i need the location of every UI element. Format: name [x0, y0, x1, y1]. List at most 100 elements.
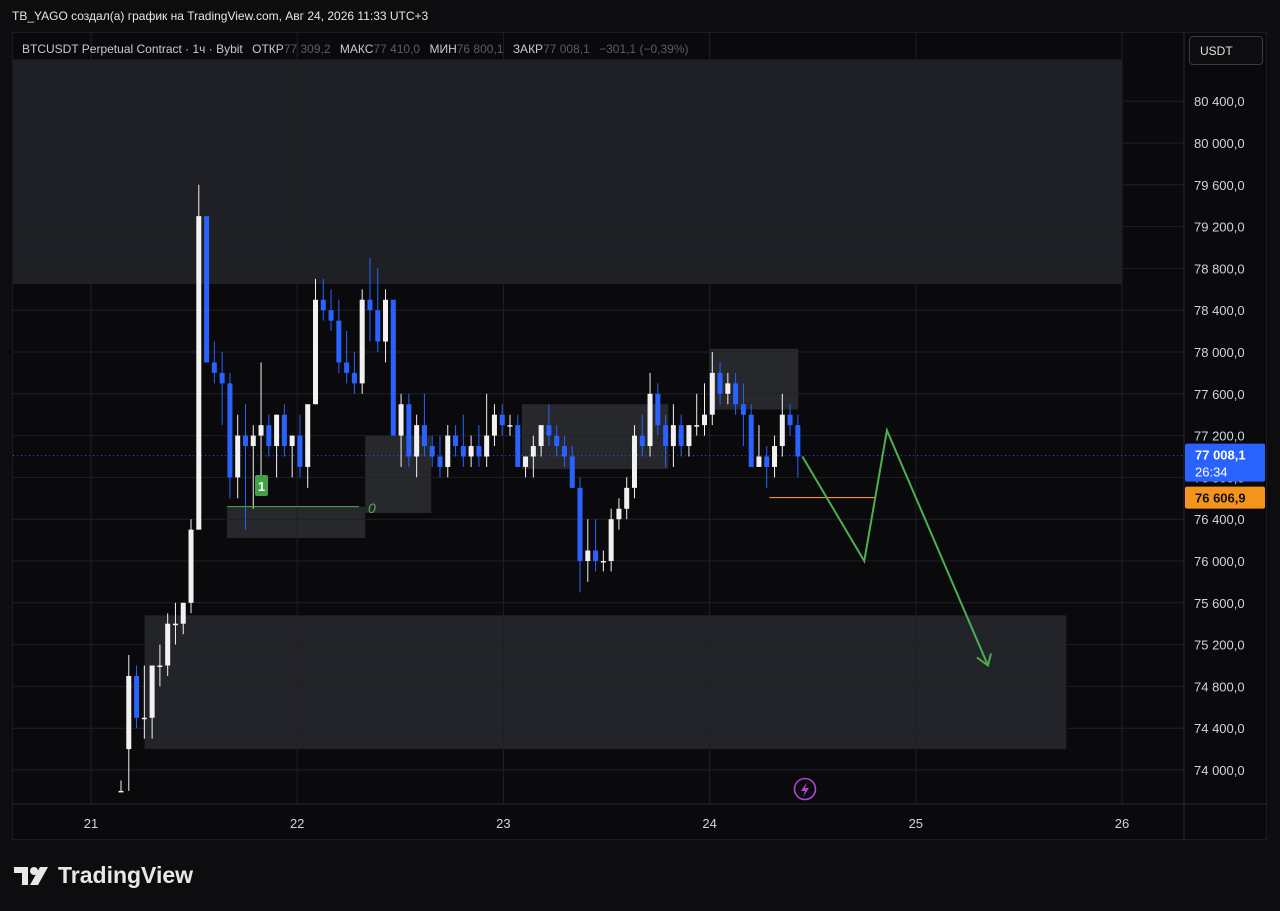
candle-body[interactable] [118, 790, 124, 793]
candle-body[interactable] [367, 299, 373, 311]
candlestick-chart[interactable]: 1 0 74 000,0 74 400,0 74 800,0 75 200,0 75 60… [0, 0, 1280, 860]
candle-body[interactable] [764, 456, 770, 467]
candle-body[interactable] [390, 299, 396, 436]
candle-body[interactable] [702, 414, 707, 426]
candle-body[interactable] [639, 435, 645, 447]
candle-body[interactable] [694, 425, 700, 427]
candle-body[interactable] [491, 414, 497, 436]
candle-body[interactable] [600, 561, 606, 563]
candle-body[interactable] [421, 425, 427, 447]
candle-body[interactable] [709, 372, 715, 415]
candle-body[interactable] [445, 435, 451, 467]
candle-body[interactable] [507, 425, 513, 427]
candle-body[interactable] [795, 425, 801, 457]
candle-body[interactable] [655, 393, 661, 426]
candle-body[interactable] [383, 299, 389, 342]
candle-body[interactable] [242, 435, 248, 447]
candle-body[interactable] [779, 414, 785, 447]
candle-body[interactable] [258, 425, 264, 436]
candle-body[interactable] [211, 362, 217, 373]
candle-body[interactable] [328, 310, 334, 321]
candle-body[interactable] [686, 425, 692, 447]
candle-body[interactable] [305, 404, 311, 467]
candle-body[interactable] [344, 362, 350, 373]
zone-box[interactable] [13, 59, 1122, 285]
currency-button[interactable]: USDT [1189, 36, 1263, 65]
candle-body[interactable] [165, 623, 171, 666]
candle-body[interactable] [569, 456, 575, 488]
candle-body[interactable] [313, 299, 318, 405]
candle-body[interactable] [484, 435, 490, 457]
candle-body[interactable] [172, 623, 178, 626]
low-label: МИН [429, 42, 457, 56]
candle-body[interactable] [756, 456, 762, 467]
candle-body[interactable] [748, 414, 754, 467]
candle-body[interactable] [460, 446, 466, 457]
candle-body[interactable] [608, 519, 614, 561]
candle-body[interactable] [523, 456, 529, 467]
candle-body[interactable] [717, 372, 723, 394]
candle-body[interactable] [670, 425, 676, 447]
candle-body[interactable] [149, 665, 155, 718]
candle-body[interactable] [351, 372, 357, 384]
candle-body[interactable] [725, 383, 731, 394]
candle-body[interactable] [250, 435, 256, 447]
candle-body[interactable] [281, 414, 287, 447]
candle-body[interactable] [180, 602, 186, 624]
candle-body[interactable] [733, 383, 739, 405]
candle-body[interactable] [647, 393, 653, 447]
candle-body[interactable] [561, 446, 567, 457]
close-value: 77 008,1 [543, 42, 590, 56]
candle-body[interactable] [499, 414, 505, 426]
candle-body[interactable] [678, 425, 684, 447]
candle-body[interactable] [787, 414, 793, 426]
candle-body[interactable] [219, 372, 225, 384]
candle-body[interactable] [616, 508, 622, 520]
candle-body[interactable] [398, 404, 404, 436]
candle-body[interactable] [406, 404, 412, 457]
candle-body[interactable] [336, 320, 342, 363]
candle-body[interactable] [515, 425, 521, 467]
candle-body[interactable] [772, 446, 778, 467]
symbol-name[interactable]: BTCUSDT Perpetual Contract · 1ч · Bybit [22, 42, 243, 56]
candle-body[interactable] [476, 446, 482, 457]
candle-body[interactable] [188, 529, 194, 603]
candle-body[interactable] [134, 675, 140, 718]
candle-body[interactable] [530, 446, 536, 457]
candle-body[interactable] [577, 487, 583, 561]
candle-body[interactable] [289, 435, 295, 447]
candle-body[interactable] [663, 425, 669, 447]
candle-body[interactable] [538, 425, 544, 447]
zone-box[interactable] [521, 404, 669, 470]
candle-body[interactable] [266, 425, 272, 447]
candle-body[interactable] [126, 675, 132, 750]
candle-body[interactable] [585, 550, 591, 561]
candle-body[interactable] [631, 435, 637, 488]
zone-box[interactable] [227, 506, 366, 539]
candle-body[interactable] [624, 487, 630, 509]
zone-box[interactable] [144, 615, 1067, 750]
candle-body[interactable] [546, 425, 552, 436]
candle-body[interactable] [196, 216, 202, 530]
candle-body[interactable] [429, 446, 435, 457]
candle-body[interactable] [359, 299, 365, 384]
candle-body[interactable] [554, 435, 560, 447]
candle-body[interactable] [593, 550, 599, 561]
candle-body[interactable] [235, 435, 241, 478]
candle-body[interactable] [227, 383, 233, 478]
time-tick-label: 24 [702, 816, 716, 831]
candle-body[interactable] [157, 665, 163, 668]
candle-body[interactable] [297, 435, 303, 467]
candle-body[interactable] [437, 456, 443, 467]
candle-body[interactable] [141, 717, 147, 720]
candle-body[interactable] [375, 310, 381, 342]
tradingview-logo-icon [14, 866, 48, 885]
zone-box[interactable] [709, 348, 799, 410]
candle-body[interactable] [468, 446, 474, 457]
candle-body[interactable] [320, 299, 326, 311]
candle-body[interactable] [453, 435, 459, 447]
candle-body[interactable] [204, 216, 210, 363]
candle-body[interactable] [740, 404, 746, 415]
candle-body[interactable] [414, 425, 420, 457]
candle-body[interactable] [274, 414, 280, 447]
